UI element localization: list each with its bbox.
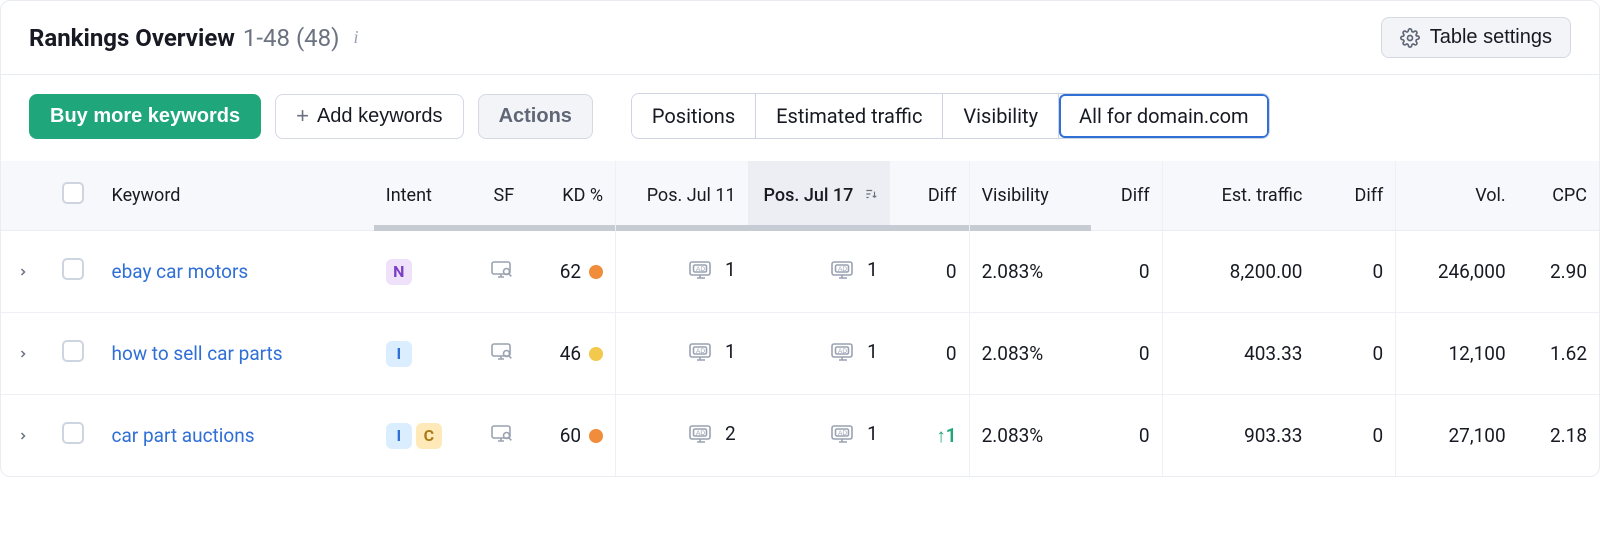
row-checkbox[interactable] [62,258,84,280]
pos2-value: 1 [864,422,878,445]
diff-value: 0 [1373,342,1384,365]
tab-all-domain[interactable]: All for domain.com [1059,94,1269,138]
intent-badge-c: C [416,423,442,449]
expand-row-icon[interactable] [13,266,33,278]
rankings-panel: Rankings Overview 1-48 (48) i Table sett… [0,0,1600,477]
kd-value: 60 [560,424,581,447]
tab-positions[interactable]: Positions [632,94,756,138]
table-settings-label: Table settings [1430,26,1552,49]
page-subtitle: 1-48 (48) [243,24,340,52]
gear-icon [1400,28,1420,48]
rankings-table: Keyword Intent SF KD % Pos. Jul 11 Pos. … [1,161,1599,476]
diff-value: 0 [1373,424,1384,447]
add-keywords-button[interactable]: + Add keywords [275,94,463,139]
intent-badge-i: I [386,423,412,449]
col-diff1[interactable]: Diff [890,161,969,231]
view-tabset: Positions Estimated traffic Visibility A… [631,93,1270,139]
svg-text:AD: AD [696,348,705,355]
volume-value: 12,100 [1449,342,1506,365]
position-ad-icon: AD [688,424,714,444]
kd-dot-icon [589,429,603,443]
visibility-value: 2.083% [982,342,1044,365]
toolbar: Buy more keywords + Add keywords Actions… [1,75,1599,161]
tab-estimated-traffic[interactable]: Estimated traffic [756,94,943,138]
row-checkbox[interactable] [62,422,84,444]
col-pos1[interactable]: Pos. Jul 11 [616,161,748,231]
row-checkbox[interactable] [62,340,84,362]
col-select [46,161,100,231]
tab-visibility[interactable]: Visibility [943,94,1059,138]
position-ad-icon: AD [830,342,856,362]
sort-desc-icon [864,185,878,206]
col-cpc[interactable]: CPC [1518,161,1599,231]
col-kd[interactable]: KD % [526,161,615,231]
pos1-value: 2 [722,422,736,445]
svg-text:AD: AD [696,430,705,437]
col-diff2[interactable]: Diff [1091,161,1162,231]
svg-text:AD: AD [838,430,847,437]
expand-row-icon[interactable] [13,430,33,442]
svg-text:AD: AD [838,266,847,273]
actions-button[interactable]: Actions [478,94,593,139]
expand-row-icon[interactable] [13,348,33,360]
buy-keywords-button[interactable]: Buy more keywords [29,94,261,139]
pos1-value: 1 [722,258,736,281]
position-ad-icon: AD [830,260,856,280]
intent-badge-i: I [386,341,412,367]
plus-icon: + [296,105,309,127]
keyword-link[interactable]: how to sell car parts [112,342,283,365]
pos2-value: 1 [864,340,878,363]
cpc-value: 1.62 [1550,342,1587,365]
col-vol[interactable]: Vol. [1396,161,1518,231]
serp-features-icon[interactable] [490,341,514,361]
col-keyword[interactable]: Keyword [100,161,374,231]
col-sf[interactable]: SF [461,161,526,231]
serp-features-icon[interactable] [490,259,514,279]
select-all-checkbox[interactable] [62,182,84,204]
volume-value: 246,000 [1438,260,1506,283]
est-traffic-value: 403.33 [1244,342,1302,365]
cpc-value: 2.90 [1550,260,1587,283]
col-expand [1,161,46,231]
col-visibility[interactable]: Visibility [969,161,1091,231]
svg-text:AD: AD [838,348,847,355]
keyword-link[interactable]: ebay car motors [112,260,249,283]
kd-value: 46 [560,342,581,365]
intent-badge-n: N [386,259,412,285]
est-traffic-value: 8,200.00 [1230,260,1303,283]
visibility-value: 2.083% [982,260,1044,283]
serp-features-icon[interactable] [490,423,514,443]
table-row: car part auctions IC 60 AD 2 AD 1 ↑1 2.0… [1,395,1599,477]
keyword-link[interactable]: car part auctions [112,424,255,447]
svg-text:AD: AD [696,266,705,273]
diff-value: 0 [1139,424,1150,447]
diff-up: ↑1 [936,424,956,447]
kd-dot-icon [589,265,603,279]
diff-value: 0 [1373,260,1384,283]
visibility-value: 2.083% [982,424,1044,447]
volume-value: 27,100 [1449,424,1506,447]
cpc-value: 2.18 [1550,424,1587,447]
info-icon[interactable]: i [354,27,359,48]
position-ad-icon: AD [688,260,714,280]
kd-value: 62 [560,260,581,283]
pos1-value: 1 [722,340,736,363]
col-pos2[interactable]: Pos. Jul 17 [748,161,890,231]
table-row: ebay car motors N 62 AD 1 AD 1 0 2.083% … [1,231,1599,313]
position-ad-icon: AD [688,342,714,362]
table-settings-button[interactable]: Table settings [1381,17,1571,58]
est-traffic-value: 903.33 [1244,424,1302,447]
position-ad-icon: AD [830,424,856,444]
pos2-value: 1 [864,258,878,281]
col-est[interactable]: Est. traffic [1162,161,1314,231]
header: Rankings Overview 1-48 (48) i Table sett… [1,1,1599,75]
col-intent[interactable]: Intent [374,161,461,231]
diff-value: 0 [1139,260,1150,283]
page-title: Rankings Overview [29,24,235,52]
diff-value: 0 [1139,342,1150,365]
kd-dot-icon [589,347,603,361]
table-row: how to sell car parts I 46 AD 1 AD 1 0 2… [1,313,1599,395]
col-diff3[interactable]: Diff [1314,161,1395,231]
